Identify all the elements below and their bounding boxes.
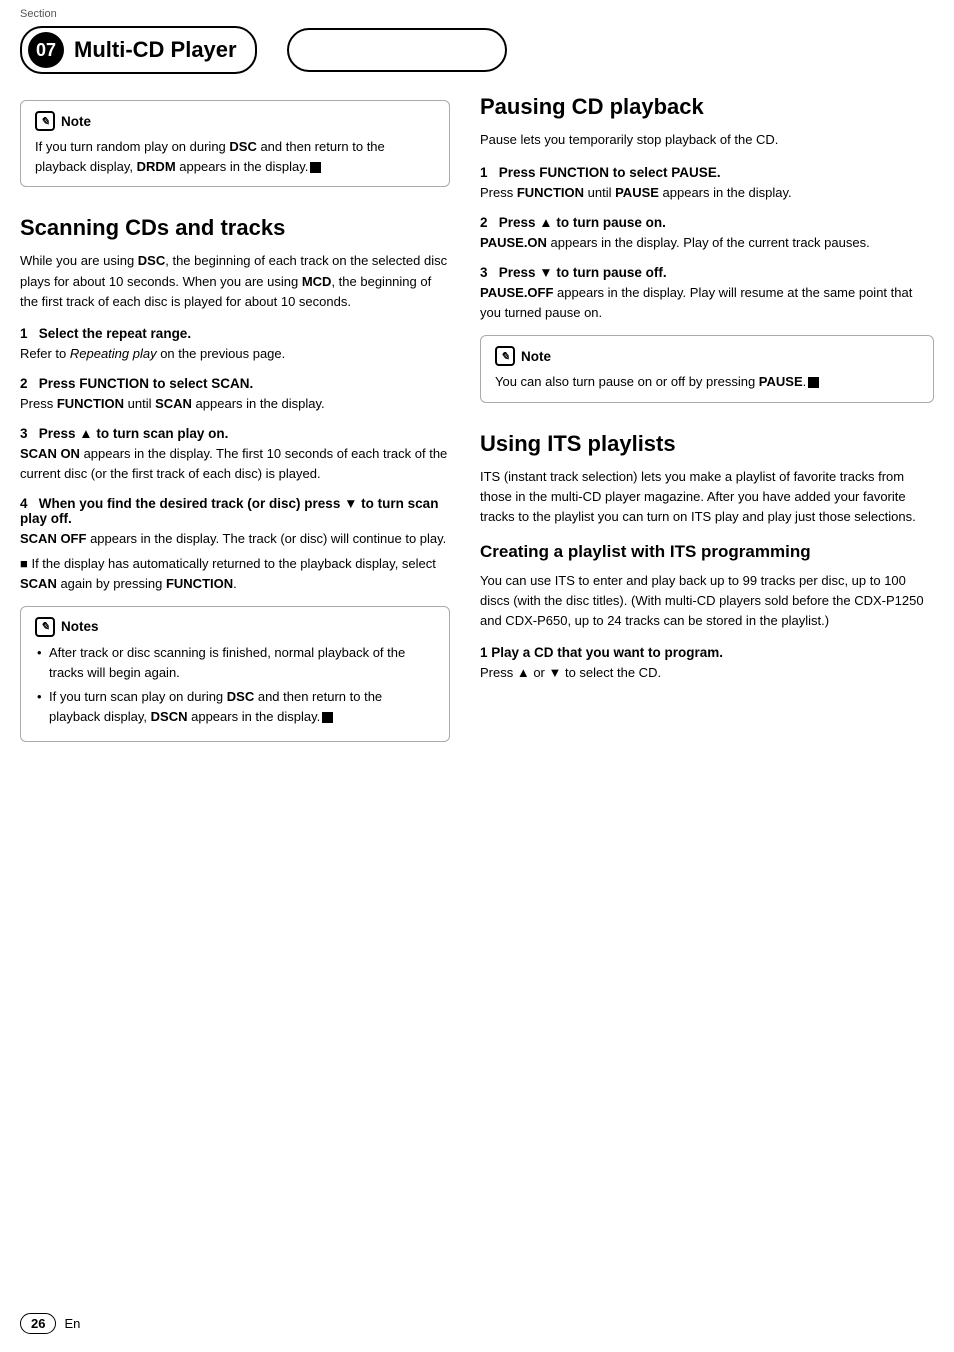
- page-number: 26: [20, 1313, 56, 1334]
- scan-step-4: 4 When you find the desired track (or di…: [20, 496, 450, 593]
- main-content: ✎ Note If you turn random play on during…: [0, 80, 954, 790]
- note-body: If you turn random play on during DSC an…: [35, 137, 435, 176]
- scan-step-2: 2 Press FUNCTION to select SCAN. Press F…: [20, 376, 450, 414]
- scan-step-3-body: SCAN ON appears in the display. The firs…: [20, 444, 450, 484]
- page-header: Section 07 Multi-CD Player: [0, 0, 954, 80]
- scan-step-1-title: 1 Select the repeat range.: [20, 326, 450, 341]
- language-label: En: [64, 1316, 80, 1331]
- scan-step-2-title: 2 Press FUNCTION to select SCAN.: [20, 376, 450, 391]
- pause-step-1-body: Press FUNCTION until PAUSE appears in th…: [480, 183, 934, 203]
- pause-step-1: 1 Press FUNCTION to select PAUSE. Press …: [480, 165, 934, 203]
- pausing-intro: Pause lets you temporarily stop playback…: [480, 130, 934, 150]
- pause-step-1-title: 1 Press FUNCTION to select PAUSE.: [480, 165, 934, 180]
- its-step-1: 1 Play a CD that you want to program. Pr…: [480, 645, 934, 683]
- note-text-pause: You can also turn pause on or off by pre…: [495, 372, 919, 392]
- scanning-bullet-2: If you turn scan play on during DSC and …: [35, 687, 435, 727]
- right-column: Pausing CD playback Pause lets you tempo…: [480, 90, 934, 770]
- left-column: ✎ Note If you turn random play on during…: [20, 90, 450, 770]
- pause-step-3: 3 Press ▼ to turn pause off. PAUSE.OFF a…: [480, 265, 934, 323]
- note-label-pause: Note: [521, 349, 551, 364]
- scanning-heading: Scanning CDs and tracks: [20, 215, 450, 241]
- header-right-decoration: [287, 28, 507, 72]
- note-box-random-play: ✎ Note If you turn random play on during…: [20, 100, 450, 187]
- its-creating-heading: Creating a playlist with ITS programming: [480, 541, 934, 562]
- notes-box-scanning: ✎ Notes After track or disc scanning is …: [20, 606, 450, 743]
- note-icon-pause: ✎: [495, 346, 515, 366]
- pause-step-2-title: 2 Press ▲ to turn pause on.: [480, 215, 934, 230]
- section-title-pill: 07 Multi-CD Player: [20, 26, 257, 74]
- note-box-pause: ✎ Note You can also turn pause on or off…: [480, 335, 934, 403]
- pause-step-3-title: 3 Press ▼ to turn pause off.: [480, 265, 934, 280]
- scan-step-3-title: 3 Press ▲ to turn scan play on.: [20, 426, 450, 441]
- pausing-heading: Pausing CD playback: [480, 94, 934, 120]
- note-header: ✎ Note: [35, 111, 435, 131]
- note-label: Note: [61, 114, 91, 129]
- scanning-intro: While you are using DSC, the beginning o…: [20, 251, 450, 311]
- its-heading: Using ITS playlists: [480, 431, 934, 457]
- pause-step-3-body: PAUSE.OFF appears in the display. Play w…: [480, 283, 934, 323]
- pause-step-2: 2 Press ▲ to turn pause on. PAUSE.ON app…: [480, 215, 934, 253]
- page-title: Multi-CD Player: [74, 37, 237, 63]
- its-creating-intro: You can use ITS to enter and play back u…: [480, 571, 934, 631]
- its-step-1-body: Press ▲ or ▼ to select the CD.: [480, 663, 934, 683]
- scan-step-1-body: Refer to Repeating play on the previous …: [20, 344, 450, 364]
- notes-header-scanning: ✎ Notes: [35, 617, 435, 637]
- section-number: 07: [28, 32, 64, 68]
- notes-label-scanning: Notes: [61, 619, 99, 634]
- scan-step-1: 1 Select the repeat range. Refer to Repe…: [20, 326, 450, 364]
- scanning-bullets: After track or disc scanning is finished…: [35, 643, 435, 728]
- note-header-pause: ✎ Note: [495, 346, 919, 366]
- scan-step-3: 3 Press ▲ to turn scan play on. SCAN ON …: [20, 426, 450, 484]
- pause-step-2-body: PAUSE.ON appears in the display. Play of…: [480, 233, 934, 253]
- note-icon: ✎: [35, 111, 55, 131]
- scan-step-4-title: 4 When you find the desired track (or di…: [20, 496, 450, 526]
- scan-step-4-body: SCAN OFF appears in the display. The tra…: [20, 529, 450, 593]
- scanning-bullet-1: After track or disc scanning is finished…: [35, 643, 435, 683]
- notes-icon-scanning: ✎: [35, 617, 55, 637]
- section-label: Section: [20, 8, 57, 20]
- its-intro: ITS (instant track selection) lets you m…: [480, 467, 934, 527]
- scan-step-2-body: Press FUNCTION until SCAN appears in the…: [20, 394, 450, 414]
- page-footer: 26 En: [20, 1313, 80, 1334]
- its-step-1-title: 1 Play a CD that you want to program.: [480, 645, 934, 660]
